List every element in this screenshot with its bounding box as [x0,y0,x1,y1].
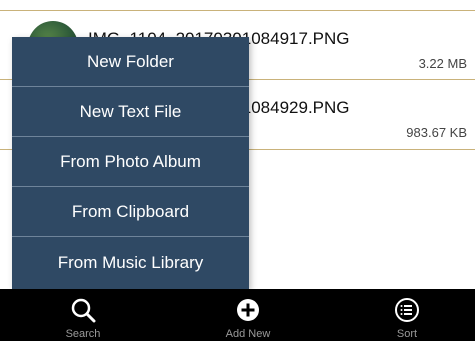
search-icon [71,298,96,323]
list-circle-icon [395,298,419,322]
tab-bar: Search Add New Sort [0,289,475,341]
menu-item-from-music-library[interactable]: From Music Library [12,237,249,289]
menu-item-new-text-file[interactable]: New Text File [12,87,249,137]
tab-sort-label: Sort [396,328,418,340]
tab-search-label: Search [65,328,101,340]
tab-add-new[interactable]: Add New [188,289,308,341]
tab-sort[interactable]: Sort [347,289,467,341]
menu-item-from-clipboard[interactable]: From Clipboard [12,187,249,237]
tab-search[interactable]: Search [23,289,143,341]
tab-add-new-label: Add New [225,328,271,340]
menu-item-from-photo-album[interactable]: From Photo Album [12,137,249,187]
file-size: 3.22 MB [418,56,467,71]
file-size: 983.67 KB [406,125,467,140]
menu-item-new-folder[interactable]: New Folder [12,37,249,87]
add-new-menu: New Folder New Text File From Photo Albu… [12,37,249,289]
plus-circle-icon [237,299,259,321]
